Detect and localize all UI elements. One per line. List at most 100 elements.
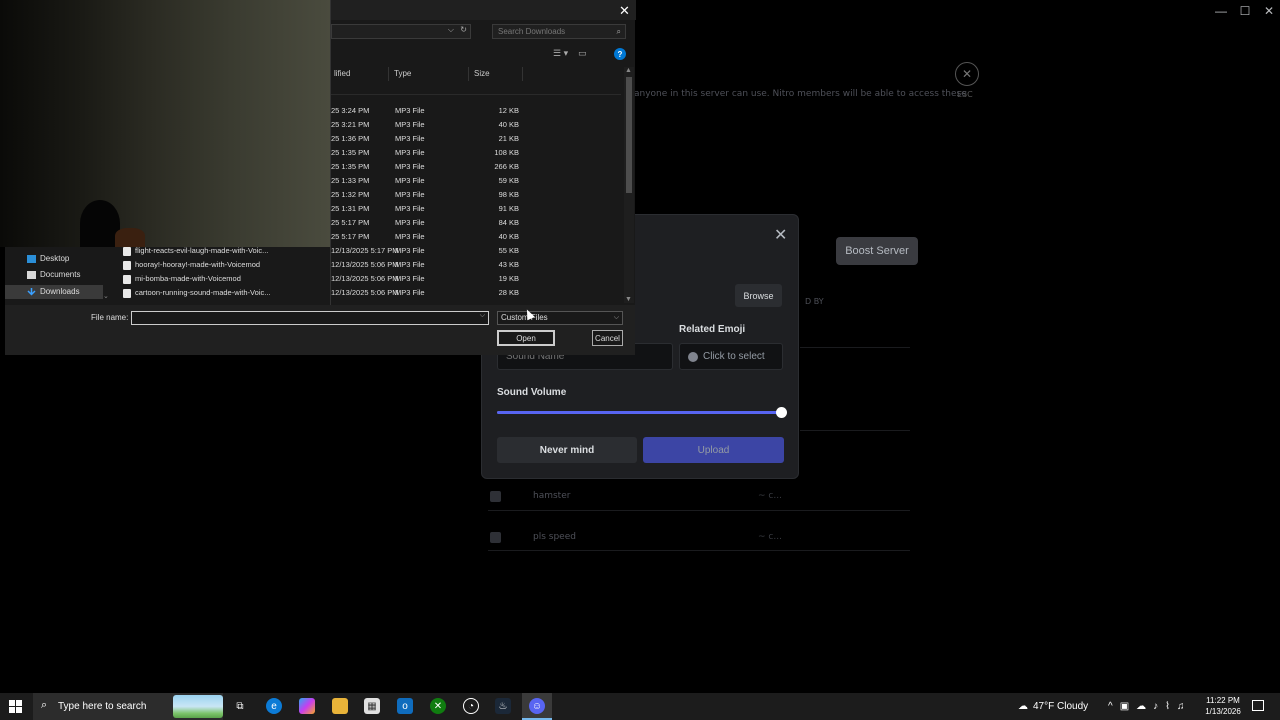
obs-icon[interactable]: ◔ (463, 698, 479, 714)
file-name-cell[interactable]: mi-bomba-made-with-Voicemod (123, 272, 303, 286)
sound-name: pls speed (533, 532, 576, 542)
file-type-select[interactable]: Custom Files ⌵ (497, 311, 623, 325)
sound-row[interactable]: pls speed ~ c... (488, 525, 908, 555)
microphone-icon[interactable]: ♪ (1153, 701, 1158, 712)
windows-start-icon[interactable] (9, 700, 22, 713)
column-type[interactable]: Type (391, 67, 469, 81)
chevron-down-icon[interactable]: ⌵ (480, 312, 485, 320)
size-cell: 19 KB (498, 274, 519, 283)
weather-widget[interactable]: ☁ 47°F Cloudy (1018, 693, 1088, 720)
emoji-picker[interactable]: Click to select (679, 343, 783, 370)
address-bar[interactable]: ⌵ ↻ (331, 24, 471, 39)
weather-text: 47°F Cloudy (1033, 701, 1089, 712)
cancel-button[interactable]: Cancel (592, 330, 623, 346)
xbox-icon[interactable]: ✕ (430, 698, 446, 714)
clock[interactable]: 11:22 PM 1/13/2026 (1196, 695, 1250, 717)
browse-button[interactable]: Browse (735, 284, 782, 307)
chevron-down-icon[interactable]: ⌵ (614, 312, 619, 324)
scroll-thumb[interactable] (626, 77, 632, 193)
nav-label: Documents (40, 270, 81, 279)
chevron-down-icon[interactable]: ⌄ (103, 292, 109, 300)
image-icon (490, 532, 501, 543)
nav-item-downloads[interactable]: Downloads (27, 285, 80, 299)
table-row[interactable]: 25 5:17 PM MP3 File 40 KB (331, 230, 621, 244)
tray-app-icon[interactable]: ▣ (1120, 701, 1129, 712)
refresh-icon[interactable]: ↻ (460, 25, 467, 34)
steam-icon[interactable]: ♨ (495, 698, 511, 714)
table-row[interactable]: 25 3:21 PM MP3 File 40 KB (331, 118, 621, 132)
file-explorer-icon[interactable] (332, 698, 348, 714)
chevron-down-icon[interactable]: ⌵ (448, 25, 454, 35)
table-row[interactable]: 25 3:24 PM MP3 File 12 KB (331, 104, 621, 118)
table-row[interactable]: 25 1:36 PM MP3 File 21 KB (331, 132, 621, 146)
nav-label: Desktop (40, 254, 70, 263)
volume-slider[interactable] (497, 407, 787, 418)
table-row[interactable]: 25 1:35 PM MP3 File 266 KB (331, 160, 621, 174)
table-row[interactable]: 25 1:35 PM MP3 File 108 KB (331, 146, 621, 160)
size-cell: 59 KB (498, 176, 519, 185)
open-button[interactable]: Open (497, 330, 555, 346)
sound-row[interactable]: hamster ~ c... (488, 484, 908, 514)
volume-thumb[interactable] (776, 407, 787, 418)
table-row[interactable]: 12/13/2025 5:06 PM MP3 File 43 KB (331, 258, 621, 272)
chevron-up-icon[interactable]: ^ (1108, 701, 1113, 712)
file-name: hooray!-hooray!-made-with-Voicemod (135, 260, 261, 269)
view-options-icon[interactable]: ☰ ▾ ▭ (553, 48, 587, 59)
close-window-button[interactable]: ✕ (1259, 4, 1279, 18)
edge-icon[interactable]: e (266, 698, 282, 714)
search-downloads-input[interactable]: Search Downloads ⌕ (492, 24, 626, 39)
column-date-modified[interactable]: lified (331, 67, 389, 81)
never-mind-button[interactable]: Never mind (497, 437, 637, 463)
copilot-icon[interactable] (299, 698, 315, 714)
size-cell: 91 KB (498, 204, 519, 213)
table-row[interactable]: 12/13/2025 5:17 PM MP3 File 55 KB (331, 244, 621, 258)
file-name-label: File name: (91, 313, 129, 322)
boost-server-button[interactable]: Boost Server (836, 237, 918, 265)
minimize-button[interactable]: — (1211, 4, 1231, 18)
volume-icon[interactable]: ♫ (1177, 701, 1185, 712)
size-cell: 108 KB (494, 148, 519, 157)
table-row[interactable]: 25 1:32 PM MP3 File 98 KB (331, 188, 621, 202)
notification-icon[interactable] (1252, 700, 1264, 711)
file-name-cell[interactable]: hooray!-hooray!-made-with-Voicemod (123, 258, 303, 272)
table-row[interactable]: 25 1:33 PM MP3 File 59 KB (331, 174, 621, 188)
sound-author: ~ c... (758, 491, 782, 501)
close-icon[interactable]: ✕ (619, 3, 630, 19)
close-icon[interactable]: ✕ (774, 225, 787, 245)
type-cell: MP3 File (395, 120, 425, 129)
onedrive-icon[interactable]: ☁ (1136, 701, 1146, 712)
network-icon[interactable]: ⌇ (1165, 701, 1170, 712)
uploaded-by-header: D BY (805, 297, 824, 306)
file-name-cell[interactable]: flight-reacts-evil-laugh-made-with-Voic.… (123, 244, 303, 258)
maximize-button[interactable]: ☐ (1235, 4, 1255, 18)
search-highlight-image[interactable] (173, 695, 223, 718)
table-row[interactable]: 25 1:31 PM MP3 File 91 KB (331, 202, 621, 216)
column-size[interactable]: Size (471, 67, 523, 81)
file-name-input[interactable]: ⌵ (131, 311, 489, 325)
help-icon[interactable]: ? (614, 48, 626, 60)
chevron-up-icon[interactable]: ▲ (625, 67, 632, 74)
divider (800, 347, 910, 348)
date-modified-cell: 25 1:32 PM (331, 190, 370, 199)
nav-item-documents[interactable]: Documents (27, 268, 80, 282)
audio-file-icon (123, 274, 131, 284)
table-row[interactable]: 12/13/2025 5:06 PM MP3 File 19 KB (331, 272, 621, 286)
type-cell: MP3 File (395, 106, 425, 115)
nav-item-desktop[interactable]: Desktop (27, 252, 69, 266)
esc-close-button[interactable]: ✕ (955, 62, 979, 86)
outlook-icon[interactable]: o (397, 698, 413, 714)
file-name-cell[interactable]: cartoon-running-sound-made-with-Voic... (123, 286, 303, 300)
size-cell: 98 KB (498, 190, 519, 199)
task-view-icon[interactable]: ⧉ (232, 698, 248, 714)
store-icon[interactable]: ▦ (364, 698, 380, 714)
upload-button[interactable]: Upload (643, 437, 784, 463)
type-cell: MP3 File (395, 190, 425, 199)
date-modified-cell: 25 1:33 PM (331, 176, 370, 185)
discord-taskbar-active[interactable]: ☺ (522, 693, 552, 720)
scrollbar[interactable]: ▲ ▼ (624, 67, 634, 303)
file-name: cartoon-running-sound-made-with-Voic... (135, 288, 271, 297)
table-row[interactable]: 25 5:17 PM MP3 File 84 KB (331, 216, 621, 230)
chevron-down-icon[interactable]: ▼ (625, 296, 632, 303)
table-row[interactable]: 12/13/2025 5:06 PM MP3 File 28 KB (331, 286, 621, 300)
type-cell: MP3 File (395, 288, 425, 297)
